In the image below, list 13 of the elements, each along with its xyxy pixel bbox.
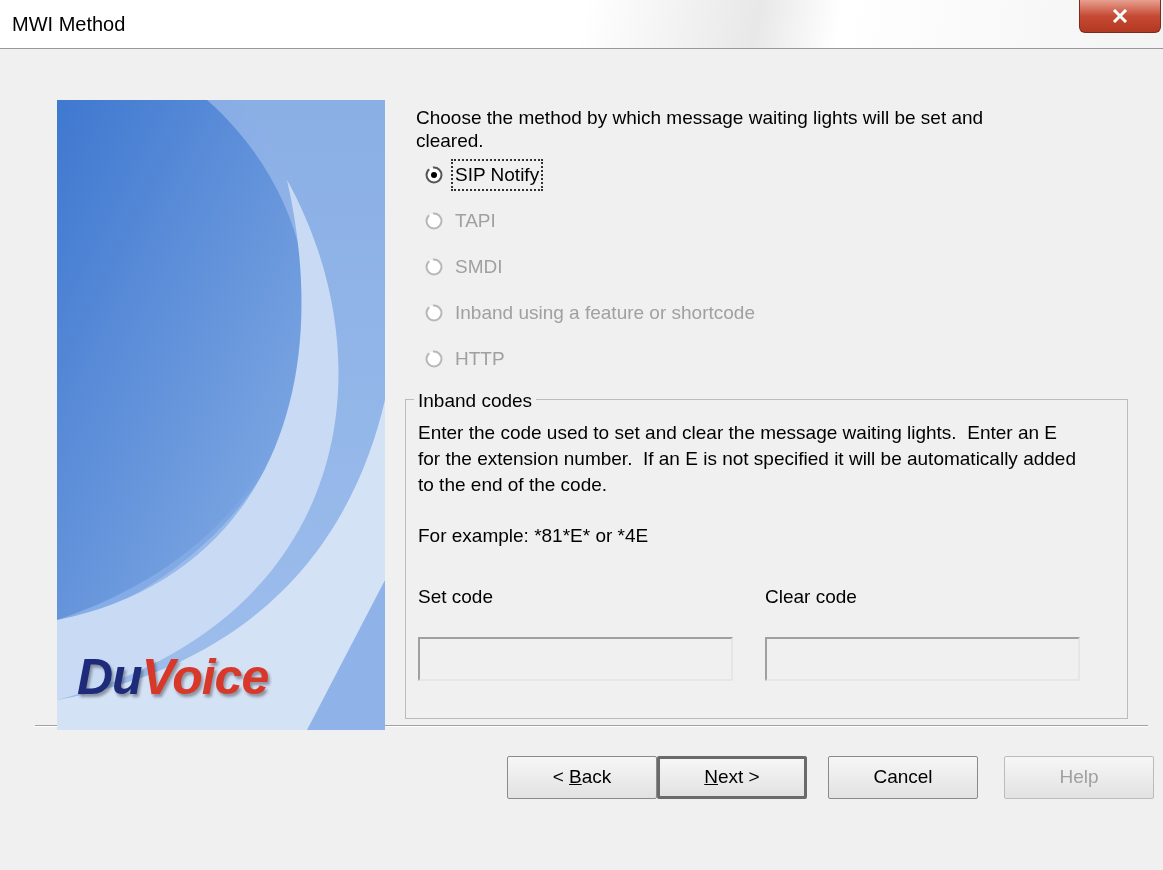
window-title: MWI Method bbox=[12, 12, 126, 37]
wizard-button[interactable]: < Back bbox=[507, 756, 657, 799]
logo: DuVoice bbox=[77, 652, 269, 702]
radio-option[interactable]: SIP Notify bbox=[425, 152, 542, 198]
instruction-text: Choose the method by which message waiting lights will be set and cleared. bbox=[416, 106, 985, 152]
description-text: Enter the code used to set and clear the message waiting lights. Enter an E for the extension number. If an E is not specified it will be automatically added to the end of the code. bbox=[418, 421, 1077, 497]
wizard-button[interactable]: Next > bbox=[657, 756, 807, 799]
example-text: For example: *81*E* or *4E bbox=[418, 524, 650, 548]
wizard-button[interactable]: Cancel bbox=[828, 756, 978, 799]
close-button[interactable] bbox=[1079, 0, 1161, 33]
field-label: Set code bbox=[418, 584, 494, 609]
field-label: Clear code bbox=[765, 584, 858, 609]
close-icon bbox=[1112, 9, 1128, 23]
